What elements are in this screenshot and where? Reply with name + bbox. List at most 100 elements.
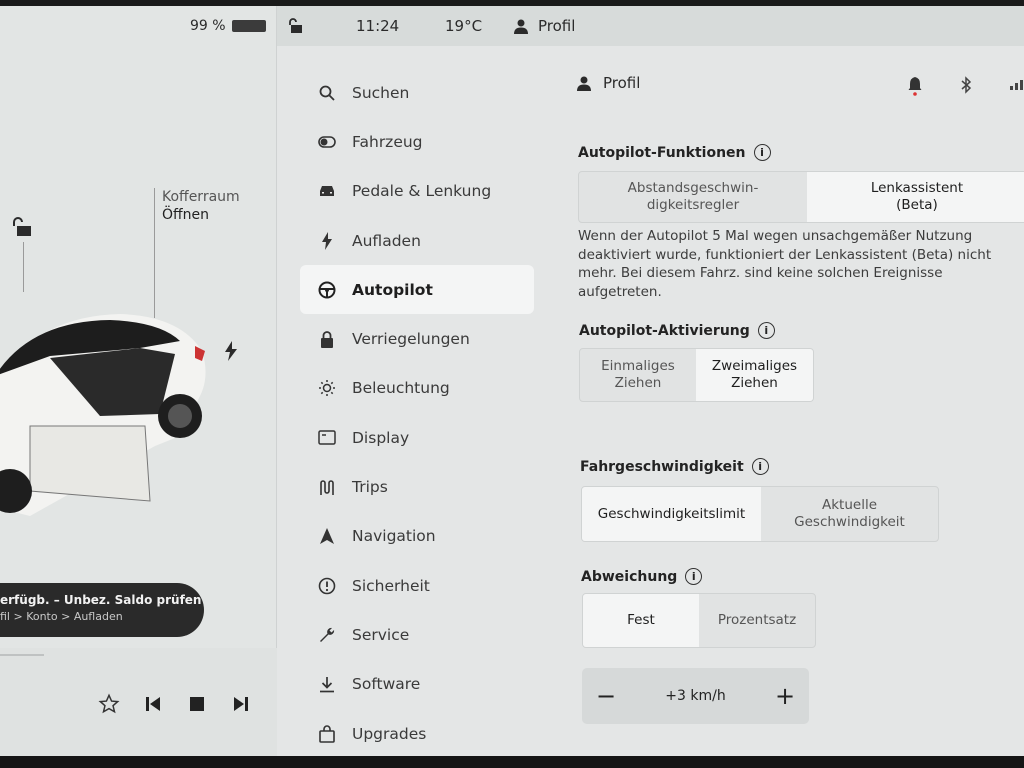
alert-icon — [318, 577, 336, 595]
autopilot-description: Wenn der Autopilot 5 Mal wegen unsachgem… — [578, 228, 992, 300]
nav-item-label: Upgrades — [352, 724, 427, 743]
car-model-image — [0, 314, 206, 516]
bluetooth-icon[interactable] — [960, 76, 972, 94]
navigation-icon — [318, 527, 336, 545]
option-single-pull[interactable]: Einmaliges Ziehen — [580, 349, 696, 401]
person-icon — [514, 19, 528, 34]
toggle-icon — [318, 133, 336, 151]
car-icon — [318, 182, 336, 200]
nav-item-verriegelungen[interactable]: Verriegelungen — [300, 314, 540, 363]
autopilot-features-title: Autopilot-Funktionen i — [578, 144, 771, 161]
trips-icon — [318, 478, 336, 496]
nav-item-suchen[interactable]: Suchen — [300, 68, 540, 117]
option-speed-limit[interactable]: Geschwindigkeitslimit — [582, 487, 761, 541]
status-bar: 11:24 19°C Profil — [277, 6, 1024, 46]
profile-button[interactable]: Profil — [514, 17, 575, 35]
bag-icon — [318, 724, 336, 743]
unlock-status-icon[interactable] — [289, 18, 305, 34]
nav-item-sicherheit[interactable]: Sicherheit — [300, 561, 540, 610]
nav-item-label: Verriegelungen — [352, 330, 470, 349]
battery-indicator: 99 % — [190, 18, 266, 34]
unlock-icon[interactable] — [12, 216, 34, 238]
nav-item-label: Fahrzeug — [352, 132, 423, 151]
status-icons — [908, 76, 1024, 96]
wrench-icon — [318, 626, 336, 644]
autopilot-activation-title: Autopilot-Aktivierung i — [579, 322, 775, 339]
person-icon — [577, 76, 591, 91]
steering-wheel-icon — [318, 281, 336, 299]
nav-item-service[interactable]: Service — [300, 610, 540, 659]
profile-label: Profil — [538, 17, 576, 35]
nav-item-label: Pedale & Lenkung — [352, 182, 492, 201]
nav-item-label: Sicherheit — [352, 576, 430, 595]
increment-button[interactable]: + — [773, 682, 797, 710]
previous-track-icon[interactable] — [141, 692, 165, 716]
autopilot-activation-segmented: Einmaliges Ziehen Zweimaliges Ziehen — [579, 348, 814, 402]
option-autosteer[interactable]: Lenkassistent (Beta) — [806, 172, 1024, 222]
signal-icon — [1010, 80, 1023, 90]
option-double-pull[interactable]: Zweimaliges Ziehen — [696, 349, 813, 401]
sun-icon — [318, 379, 336, 397]
option-percentage[interactable]: Prozentsatz — [699, 594, 815, 647]
driving-speed-title: Fahrgeschwindigkeit i — [580, 458, 769, 475]
media-player — [0, 648, 277, 756]
charge-port-icon[interactable] — [222, 340, 240, 362]
notification-bell-icon[interactable] — [908, 76, 922, 96]
media-divider — [0, 654, 44, 656]
nav-item-display[interactable]: Display — [300, 413, 540, 462]
nav-item-fahrzeug[interactable]: Fahrzeug — [300, 117, 540, 166]
trunk-open-control[interactable]: Kofferraum Öffnen — [162, 188, 240, 224]
nav-item-software[interactable]: Software — [300, 660, 540, 709]
nav-item-upgrades[interactable]: Upgrades — [300, 709, 540, 756]
info-icon[interactable]: i — [685, 568, 703, 585]
clock: 11:24 — [356, 17, 400, 35]
promo-banner[interactable]: erfügb. – Unbez. Saldo prüfen fil > Kont… — [0, 583, 204, 637]
favorite-star-icon[interactable] — [97, 692, 121, 716]
driving-speed-segmented: Geschwindigkeitslimit Aktuelle Geschwindi… — [581, 486, 939, 542]
promo-line1: erfügb. – Unbez. Saldo prüfen — [0, 593, 202, 607]
trunk-action[interactable]: Öffnen — [162, 206, 240, 224]
tesla-screen: 99 % Kofferraum Öffnen erfügb. – Unbez. … — [0, 6, 1024, 756]
nav-item-label: Trips — [352, 478, 388, 497]
profile-header[interactable]: Profil — [577, 74, 640, 92]
nav-item-aufladen[interactable]: Aufladen — [300, 216, 540, 265]
display-icon — [318, 429, 336, 447]
info-icon[interactable]: i — [751, 458, 769, 475]
decrement-button[interactable]: − — [594, 682, 618, 710]
nav-item-label: Service — [352, 625, 410, 644]
battery-icon — [231, 20, 266, 32]
lock-icon — [318, 330, 336, 348]
nav-item-trips[interactable]: Trips — [300, 462, 540, 511]
car-panel: 99 % Kofferraum Öffnen erfügb. – Unbez. … — [0, 6, 277, 756]
search-icon — [318, 84, 336, 102]
nav-item-label: Beleuchtung — [352, 379, 450, 398]
info-icon[interactable]: i — [757, 322, 775, 339]
promo-line2: fil > Konto > Aufladen — [0, 610, 123, 623]
lock-pointer-line — [23, 242, 24, 292]
nav-item-pedale-lenkung[interactable]: Pedale & Lenkung — [300, 167, 540, 216]
profile-header-label: Profil — [603, 74, 641, 92]
battery-percent: 99 % — [190, 18, 226, 34]
download-icon — [318, 675, 336, 693]
autopilot-features-segmented: Abstandsgeschwin-digkeitsregler Lenkassi… — [578, 171, 1024, 223]
option-traffic-aware-cruise[interactable]: Abstandsgeschwin-digkeitsregler — [579, 172, 807, 222]
nav-item-label: Software — [352, 675, 421, 694]
screen-bezel — [0, 756, 1024, 768]
temperature: 19°C — [445, 17, 483, 35]
trunk-label: Kofferraum — [162, 189, 240, 205]
stop-icon[interactable] — [185, 692, 209, 716]
nav-item-label: Suchen — [352, 83, 410, 102]
option-current-speed[interactable]: Aktuelle Geschwindigkeit — [761, 487, 938, 541]
offset-stepper: − +3 km/h + — [582, 668, 809, 724]
nav-item-navigation[interactable]: Navigation — [300, 512, 540, 561]
option-fixed[interactable]: Fest — [583, 594, 699, 647]
info-icon[interactable]: i — [753, 144, 771, 161]
nav-item-autopilot[interactable]: Autopilot — [300, 265, 534, 315]
nav-item-label: Aufladen — [352, 231, 421, 250]
nav-item-label: Navigation — [352, 527, 436, 546]
settings-nav: Suchen Fahrzeug Pedale & Lenkung Aufladen Au… — [300, 68, 540, 756]
nav-item-label: Display — [352, 428, 410, 447]
next-track-icon[interactable] — [229, 692, 253, 716]
nav-item-beleuchtung[interactable]: Beleuchtung — [300, 364, 540, 413]
offset-value: +3 km/h — [665, 688, 726, 704]
